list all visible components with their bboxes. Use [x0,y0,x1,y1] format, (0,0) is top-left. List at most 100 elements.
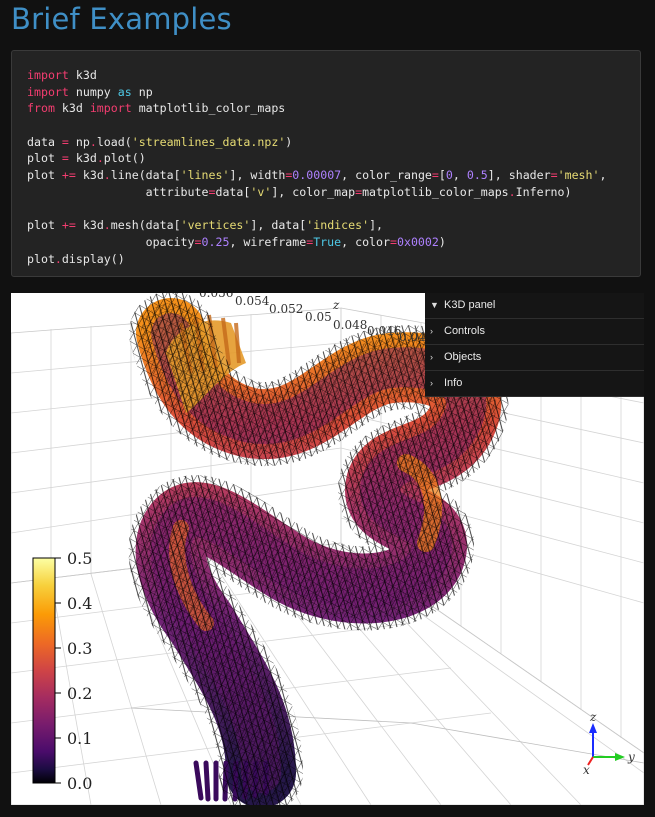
chevron-down-icon: ▼ [430,300,439,310]
code-block[interactable]: import k3d import numpy as np from k3d imp… [11,50,641,277]
code-token: import [27,84,69,99]
code-token: line(data[ [110,168,181,183]
code-token: numpy [68,84,118,99]
code-token: mesh(data[ [110,218,181,233]
code-token: . [96,151,104,166]
code-token: k3d [68,68,97,82]
code-line: data = np.load('streamlines_data.npz') [27,134,640,151]
code-token: 0 [445,168,453,183]
code-token: . [89,134,97,149]
code-token: ) [285,134,293,149]
code-line: from k3d import matplotlib_color_maps [27,100,640,117]
code-token: plot [27,151,62,166]
code-token: plot() [103,151,146,166]
code-token: . [103,218,111,233]
code-token: matplotlib_color_maps [362,184,509,199]
code-token: , [599,168,607,183]
code-token: , color [341,234,390,249]
code-token: from [27,101,55,116]
colorbar-tick-label: 0.0 [67,774,92,793]
code-token: plot [27,218,62,233]
code-line: plot += k3d.mesh(data['vertices'], data[… [27,217,640,234]
code-token: k3d [68,151,97,166]
chevron-right-icon: › [430,352,433,362]
code-token: ], color_map [271,184,356,199]
colorbar-tick-label: 0.3 [67,639,92,658]
code-line: plot = k3d.plot() [27,150,640,167]
code-token: , [452,168,467,183]
k3d-panel-info[interactable]: › Info [425,371,644,397]
code-token: = [390,234,397,249]
code-token: 'streamlines_data.npz' [131,134,286,149]
code-line: opacity=0.25, wireframe=True, color=0x00… [27,234,640,251]
code-token: data [27,134,62,149]
code-token: Inferno) [515,184,572,199]
code-token: import [89,101,132,116]
code-token: plot [27,168,62,183]
code-token: k3d [75,168,104,183]
code-token: load( [96,134,132,149]
colorbar-tick-label: 0.2 [67,684,92,703]
code-token: opacity [27,234,195,249]
code-line: attribute=data['v'], color_map=matplotli… [27,184,640,201]
code-token: = [194,234,202,249]
code-token: ], width [229,168,286,183]
z-tick-label: 0.04 [399,330,426,344]
code-token: 'indices' [306,218,370,233]
code-token: . [54,251,62,266]
code-token: data[ [215,184,251,199]
code-token: 0x0002 [396,234,439,249]
z-axis-label: z [332,298,340,312]
code-token: True [313,234,342,249]
code-token: 'mesh' [557,168,600,183]
colorbar: 0.5 0.4 0.3 0.2 0.1 0.0 [32,549,92,793]
code-token: 0.5 [466,168,488,183]
triad-z-label: z [589,710,597,724]
triad-x-label: x [583,763,590,777]
z-tick-label: 0.056 [199,293,233,300]
axis-triad: z y x [583,710,635,777]
k3d-viewer[interactable]: 0.056 0.054 0.052 0.05 0.048 0.046 0.04 z 0.5 0… [11,293,644,805]
code-token: as [117,84,132,99]
code-content[interactable]: import k3d import numpy as np from k3d imp… [27,67,640,267]
code-token: matplotlib_color_maps [131,101,286,116]
code-token: = [431,168,439,183]
page-title: Brief Examples [11,2,232,36]
z-tick-label: 0.05 [305,310,332,324]
code-token: 0.00007 [292,168,342,183]
code-token: ], shader [487,168,551,183]
code-token: ], data[ [250,218,307,233]
code-token: k3d [54,101,90,116]
code-token: = [550,168,558,183]
k3d-panel-controls[interactable]: › Controls [425,319,644,345]
code-token: += [61,218,76,233]
k3d-panel-objects[interactable]: › Objects [425,345,644,371]
code-token: [ [438,168,446,183]
code-token: import [27,68,69,82]
code-token: 0.25 [201,234,230,249]
code-token: . [508,184,516,199]
code-token: ) [438,234,446,249]
code-token: np [68,134,90,149]
code-token: ], [369,218,384,233]
code-token: += [61,168,76,183]
code-token: , color_range [341,168,432,183]
code-token: 'vertices' [180,218,251,233]
code-line: plot += k3d.line(data['lines'], width = 0.… [27,167,640,184]
code-token: . [103,168,111,183]
code-line: plot.display() [27,251,640,268]
chevron-right-icon: › [430,378,433,388]
triad-y-label: y [627,750,635,764]
k3d-panel[interactable]: ▼ K3D panel › Controls › Objects › Info [425,293,644,397]
code-token: , wireframe [229,234,307,249]
code-token: 'lines' [180,168,230,183]
code-token: 'v' [250,184,272,199]
chevron-right-icon: › [430,326,433,336]
z-tick-label: 0.046 [367,324,401,338]
code-token: display() [61,251,125,266]
colorbar-tick-label: 0.5 [67,549,92,568]
streamlines [128,293,509,805]
k3d-panel-header[interactable]: ▼ K3D panel [425,293,644,319]
colorbar-tick-label: 0.4 [67,594,92,613]
